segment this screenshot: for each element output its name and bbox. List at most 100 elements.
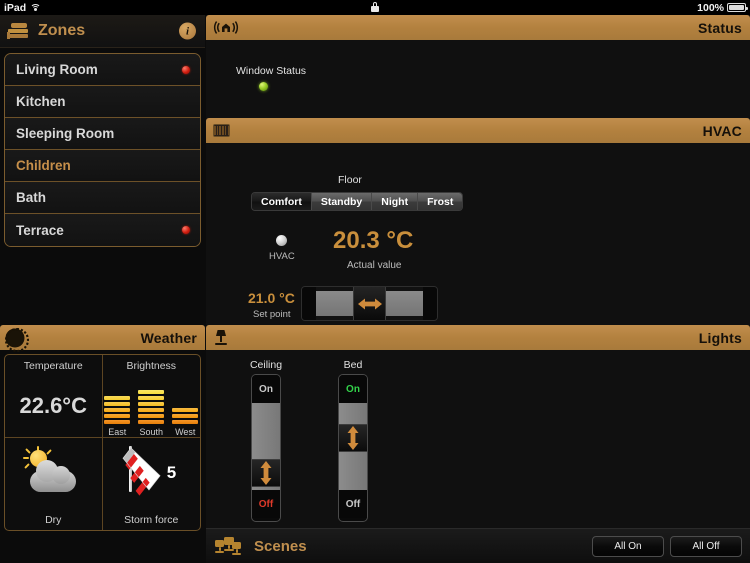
weather-panel: Weather Temperature 22.6°C Brightness Ea… (0, 325, 205, 563)
bed-icon (7, 22, 29, 40)
zone-label: Kitchen (16, 94, 66, 109)
brightness-segment (104, 407, 131, 412)
windsock-icon: 5 (120, 444, 182, 500)
brightness-bar-south (138, 389, 165, 424)
storm-force-value: 5 (166, 463, 177, 482)
status-panel: Status Window Status (206, 15, 750, 132)
zone-alarm-led (182, 65, 190, 74)
light-slider-ceiling[interactable]: On Off (251, 374, 281, 522)
lock-icon (371, 1, 379, 12)
brightness-segment (172, 419, 199, 424)
brightness-segment (138, 413, 165, 418)
brightness-segment (172, 413, 199, 418)
hvac-header: HVAC (206, 118, 750, 143)
brightness-direction-labels: East South West (104, 427, 198, 437)
vertical-double-arrow-icon[interactable] (339, 424, 367, 452)
zone-label: Sleeping Room (16, 126, 115, 141)
hvac-mode-comfort[interactable]: Comfort (252, 193, 312, 210)
hvac-status-led (276, 235, 287, 246)
zones-header: Zones i (0, 15, 205, 48)
brightness-segment (172, 407, 199, 412)
zone-label: Children (16, 158, 71, 173)
lights-header: Lights (206, 325, 750, 350)
ios-status-bar: iPad 100% (0, 0, 750, 15)
info-button[interactable]: i (179, 22, 196, 40)
brightness-segment (138, 395, 165, 400)
scenes-title: Scenes (254, 537, 307, 555)
weather-title: Weather (140, 329, 197, 346)
radiator-icon (213, 124, 230, 137)
weather-wind-cell: 5 Storm force (103, 438, 201, 530)
hvac-mode-standby[interactable]: Standby (311, 193, 373, 210)
sidebar-item-kitchen[interactable]: Kitchen (5, 86, 200, 118)
brightness-segment (104, 401, 131, 406)
sidebar-item-living-room[interactable]: Living Room (5, 54, 200, 86)
sidebar-item-bath[interactable]: Bath (5, 182, 200, 214)
direction-label-south: South (139, 427, 164, 437)
brightness-bars (104, 388, 199, 424)
hvac-mode-frost[interactable]: Frost (418, 193, 463, 210)
light-track-upper-ceiling[interactable] (252, 403, 280, 459)
light-off-label-bed[interactable]: Off (339, 490, 367, 518)
scene-buttons: All On All Off (592, 535, 742, 557)
light-channel-ceiling: Ceiling On Off (250, 359, 282, 522)
weather-condition-cell: Dry (5, 438, 103, 530)
light-slider-bed[interactable]: On Off (338, 374, 368, 522)
hvac-setpoint-value: 21.0 °C (248, 290, 295, 306)
brightness-segment (104, 413, 131, 418)
zone-alarm-led (182, 226, 190, 234)
brightness-segment (104, 419, 131, 424)
window-status-label: Window Status (236, 65, 307, 77)
left-column: Zones i Living Room Kitchen Sleeping Roo… (0, 15, 205, 563)
zone-label: Bath (16, 190, 46, 205)
hvac-mode-selector[interactable]: Comfort Standby Night Frost (251, 192, 464, 211)
direction-label-east: East (108, 427, 127, 437)
hvac-actual-value: 20.3 °C (333, 227, 414, 254)
brightness-bar-east (104, 395, 131, 424)
light-track-lower-bed[interactable] (339, 452, 367, 490)
vertical-double-arrow-icon[interactable] (252, 459, 280, 487)
light-on-label-ceiling[interactable]: On (252, 375, 280, 403)
weather-grid: Temperature 22.6°C Brightness East South… (4, 354, 201, 531)
hvac-setpoint-slider[interactable] (301, 286, 438, 321)
hvac-title: HVAC (702, 122, 742, 139)
brightness-segment (138, 419, 165, 424)
sidebar-item-terrace[interactable]: Terrace (5, 214, 200, 246)
light-name-ceiling: Ceiling (249, 359, 283, 371)
ipad-home-automation-app: iPad 100% Zones i Living Room Kitchen Sl… (0, 0, 750, 563)
brightness-label: Brightness (126, 360, 177, 372)
slider-left-cap (302, 287, 316, 320)
status-header: Status (206, 15, 750, 40)
hvac-mode-night[interactable]: Night (372, 193, 419, 210)
scenes-bar: Scenes All On All Off (206, 528, 750, 563)
slider-track-right[interactable] (386, 291, 423, 316)
hvac-status-led-label: HVAC (269, 251, 295, 262)
horizontal-double-arrow-icon[interactable] (353, 287, 386, 320)
all-off-button[interactable]: All Off (670, 535, 742, 557)
house-signal-icon (213, 20, 239, 35)
sidebar-item-children[interactable]: Children (5, 150, 200, 182)
all-on-button[interactable]: All On (592, 535, 664, 557)
hvac-actual-label: Actual value (347, 260, 402, 271)
brightness-segment (138, 401, 165, 406)
zones-title: Zones (38, 22, 86, 39)
battery-percent-label: 100% (697, 1, 724, 14)
slider-track-left[interactable] (316, 291, 353, 316)
brightness-bar-west (172, 407, 199, 424)
light-track-upper-bed[interactable] (339, 403, 367, 424)
slider-right-cap (423, 287, 437, 320)
brightness-segment (138, 407, 165, 412)
lamp-icon (213, 330, 229, 345)
battery-icon (727, 3, 748, 12)
light-name-bed: Bed (343, 359, 363, 371)
lights-body: Ceiling On Off Bed On Off (206, 350, 750, 553)
brightness-segment (104, 395, 131, 400)
sun-cloud-icon (22, 446, 84, 494)
light-off-label-ceiling[interactable]: Off (252, 490, 280, 518)
weather-temperature-cell: Temperature 22.6°C (5, 355, 103, 438)
light-on-label-bed[interactable]: On (339, 375, 367, 403)
status-bar-right: 100% (697, 1, 748, 14)
sidebar-item-sleeping-room[interactable]: Sleeping Room (5, 118, 200, 150)
zone-label: Terrace (16, 222, 64, 238)
storm-force-label: Storm force (124, 514, 179, 526)
